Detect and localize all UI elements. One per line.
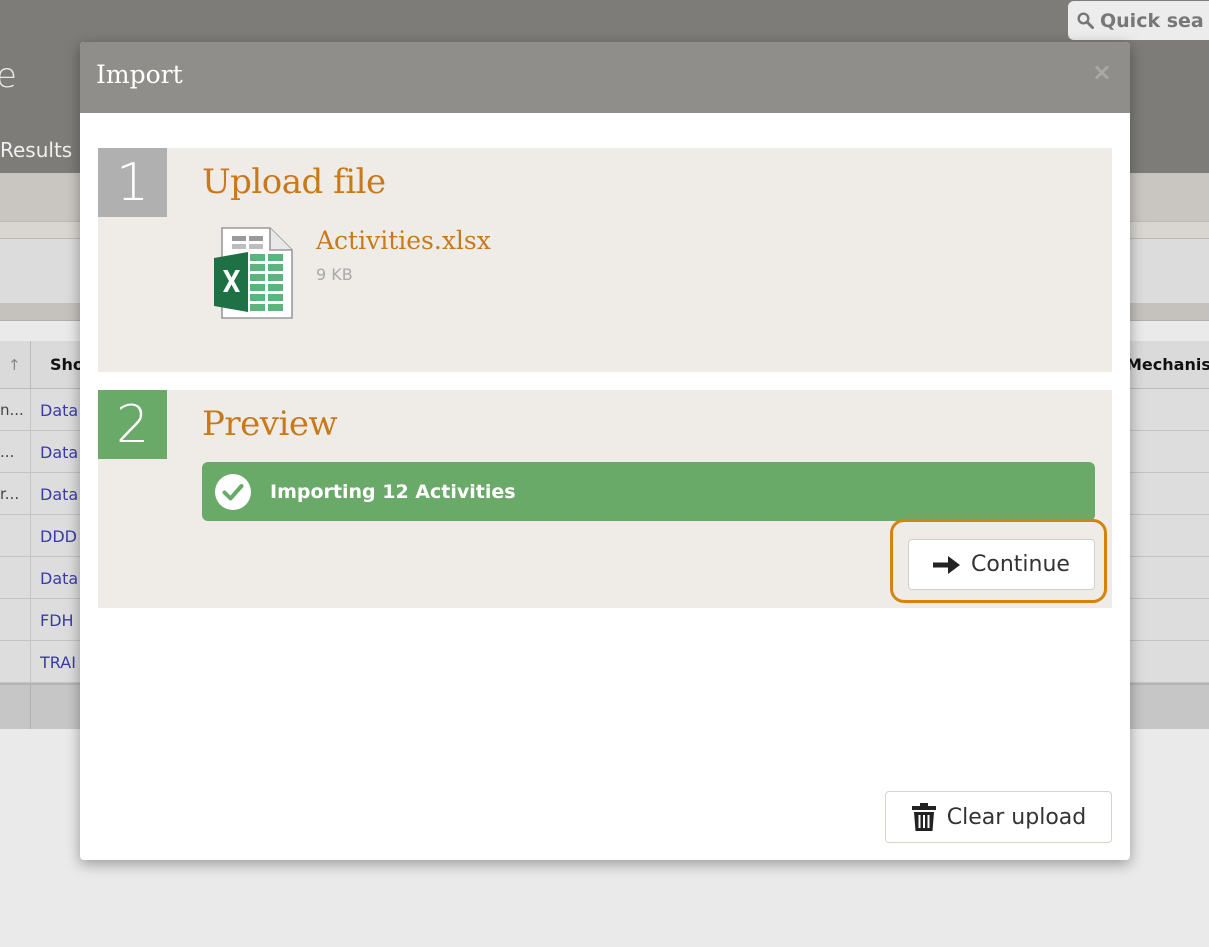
- step-preview: 2 Preview Importing 12 Activities Contin…: [98, 390, 1112, 608]
- table-cell-link[interactable]: Data: [40, 443, 78, 462]
- table-cell-link[interactable]: Data: [40, 569, 78, 588]
- step-title: Upload file: [202, 162, 386, 202]
- table-cell-link[interactable]: TRAI: [40, 653, 76, 672]
- uploaded-file-size: 9 KB: [316, 265, 353, 284]
- table-cell: r...: [0, 485, 20, 503]
- search-icon: [1077, 12, 1094, 29]
- trash-icon: [911, 803, 936, 831]
- table-cell: n...: [0, 401, 24, 419]
- table-cell: ...: [0, 443, 15, 461]
- quick-search-input[interactable]: Quick sea: [1068, 1, 1209, 40]
- table-cell-link[interactable]: Data: [40, 485, 78, 504]
- step-number: 2: [98, 390, 167, 459]
- import-status-text: Importing 12 Activities: [270, 480, 516, 503]
- column-divider: [30, 557, 31, 599]
- step-upload-file: 1 Upload file Activities.xlsx 9 KB: [98, 148, 1112, 372]
- check-circle-icon: [215, 473, 251, 510]
- import-status-alert: Importing 12 Activities: [202, 462, 1095, 521]
- table-cell-link[interactable]: FDH: [40, 611, 74, 630]
- page-title-fragment: e: [0, 56, 17, 96]
- excel-file-icon: [214, 227, 293, 319]
- column-divider: [30, 473, 31, 515]
- import-dialog: Import × 1 Upload file Activities.xlsx 9…: [80, 42, 1130, 860]
- column-divider: [30, 389, 31, 431]
- quick-search-placeholder: Quick sea: [1100, 9, 1204, 32]
- continue-button-label: Continue: [971, 552, 1070, 577]
- column-divider: [30, 641, 31, 683]
- dialog-header: Import ×: [80, 42, 1130, 113]
- column-divider: [30, 685, 31, 729]
- table-cell-link[interactable]: Data: [40, 401, 78, 420]
- column-header-short[interactable]: Sho: [50, 355, 84, 374]
- sort-up-icon[interactable]: ↑: [8, 356, 21, 374]
- continue-button[interactable]: Continue: [908, 539, 1095, 590]
- tab-results[interactable]: Results: [0, 138, 72, 162]
- arrow-right-icon: [933, 555, 961, 574]
- table-cell-link[interactable]: DDD: [40, 527, 77, 546]
- dialog-title: Import: [96, 60, 183, 89]
- uploaded-file-name[interactable]: Activities.xlsx: [316, 226, 491, 255]
- column-header-mechanism[interactable]: Mechanisı: [1126, 355, 1209, 374]
- step-title: Preview: [202, 404, 338, 444]
- column-divider: [30, 341, 31, 389]
- clear-upload-button[interactable]: Clear upload: [885, 791, 1112, 843]
- close-icon[interactable]: ×: [1092, 58, 1112, 86]
- clear-upload-label: Clear upload: [946, 804, 1087, 830]
- column-divider: [30, 515, 31, 557]
- column-divider: [30, 431, 31, 473]
- column-divider: [30, 599, 31, 641]
- step-number: 1: [98, 148, 167, 217]
